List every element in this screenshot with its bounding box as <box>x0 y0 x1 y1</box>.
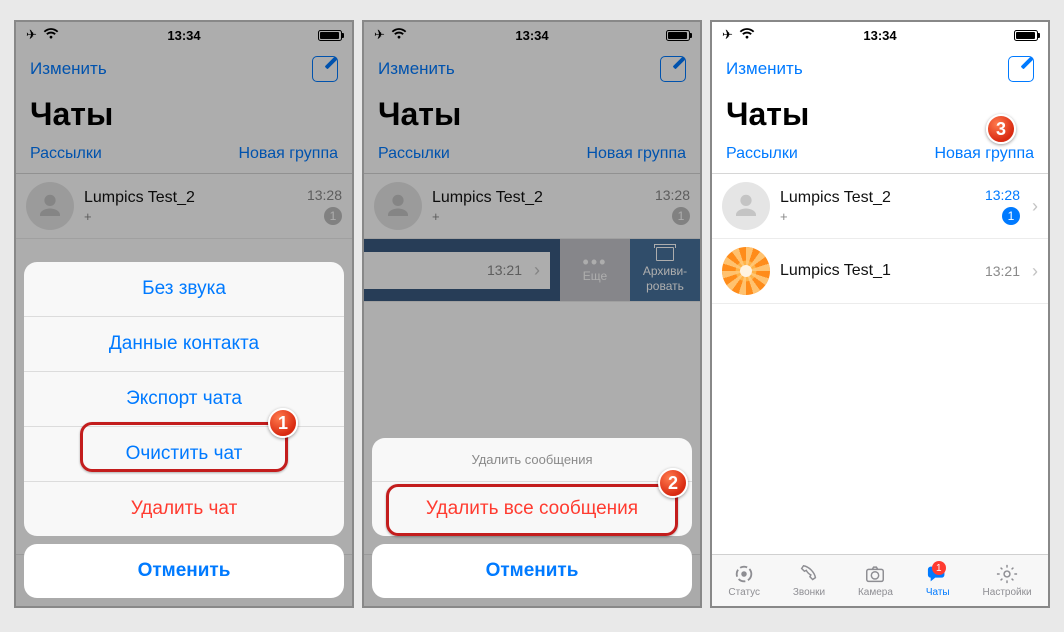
step-badge-1: 1 <box>268 408 298 438</box>
tab-status[interactable]: Статус <box>728 563 760 598</box>
chevron-right-icon: › <box>1030 196 1038 217</box>
step-badge-3: 3 <box>986 114 1016 144</box>
tab-chats[interactable]: 1 Чаты <box>926 563 950 598</box>
panel-2: ✈ 13:34 Изменить Чаты Рассылки Новая гру… <box>362 20 702 608</box>
wifi-icon <box>739 28 755 43</box>
sub-links: Рассылки Новая группа <box>712 145 1048 174</box>
sheet-cancel[interactable]: Отменить <box>24 544 344 598</box>
panel-1: ✈ 13:34 Изменить Чаты Рассылки Новая гру… <box>14 20 354 608</box>
airplane-icon: ✈ <box>722 27 733 43</box>
sheet-delete[interactable]: Удалить чат <box>24 481 344 536</box>
battery-icon <box>1014 30 1038 41</box>
unread-badge: 1 <box>1002 207 1020 225</box>
sheet-delete-all[interactable]: Удалить все сообщения <box>372 481 692 536</box>
chat-time: 13:21 <box>985 263 1020 279</box>
sheet-mute[interactable]: Без звука <box>24 262 344 316</box>
chevron-right-icon: › <box>1030 261 1038 282</box>
new-group-link[interactable]: Новая группа <box>934 145 1034 163</box>
action-sheet-group: Удалить сообщения Удалить все сообщения <box>372 438 692 536</box>
tab-camera[interactable]: Камера <box>858 563 893 598</box>
panel-3: ✈ 13:34 Изменить Чаты Рассылки Новая гру… <box>710 20 1050 608</box>
sheet-contact[interactable]: Данные контакта <box>24 316 344 371</box>
sheet-header: Удалить сообщения <box>372 438 692 481</box>
avatar-orange-icon <box>722 247 770 295</box>
step-badge-2: 2 <box>658 468 688 498</box>
chat-time: 13:28 <box>985 187 1020 203</box>
sheet-cancel[interactable]: Отменить <box>372 544 692 598</box>
tab-chats-badge: 1 <box>932 561 946 575</box>
status-bar: ✈ 13:34 <box>712 22 1048 48</box>
broadcasts-link[interactable]: Рассылки <box>726 145 798 163</box>
avatar-placeholder-icon <box>722 182 770 230</box>
chat-name: Lumpics Test_2 <box>780 189 966 207</box>
tab-calls[interactable]: Звонки <box>793 563 825 598</box>
action-sheet-group: Без звука Данные контакта Экспорт чата О… <box>24 262 344 536</box>
tab-bar: Статус Звонки Камера 1 Чаты Настройки <box>712 554 1048 606</box>
edit-button[interactable]: Изменить <box>726 59 803 79</box>
tab-settings[interactable]: Настройки <box>983 563 1032 598</box>
sheet-clear[interactable]: Очистить чат <box>24 426 344 481</box>
status-time: 13:34 <box>863 28 896 43</box>
chat-preview: + <box>780 209 966 224</box>
compose-icon[interactable] <box>1008 56 1034 82</box>
chat-row[interactable]: Lumpics Test_1 13:21 › <box>712 239 1048 304</box>
chat-row[interactable]: Lumpics Test_2 + 13:28 1 › <box>712 174 1048 239</box>
nav-header: Изменить <box>712 48 1048 90</box>
chat-name: Lumpics Test_1 <box>780 262 966 280</box>
action-sheet: Удалить сообщения Удалить все сообщения … <box>372 438 692 598</box>
